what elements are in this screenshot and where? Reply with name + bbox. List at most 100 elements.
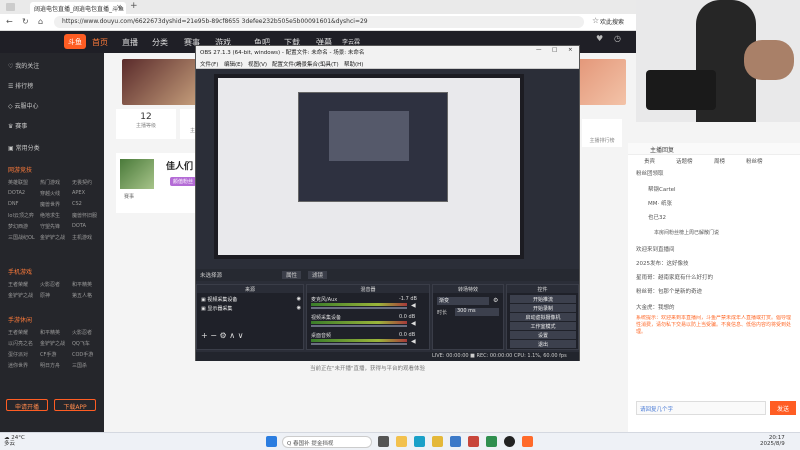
back-icon[interactable]: ← — [6, 17, 13, 26]
close-tab-icon[interactable]: × — [116, 3, 122, 11]
send-button[interactable]: 发送 — [770, 401, 796, 415]
control-button[interactable]: 启动虚拟摄像机 — [510, 313, 576, 321]
speaker-icon[interactable]: ◀ — [411, 338, 416, 345]
tab-week[interactable]: 周榜 — [714, 157, 725, 165]
app-icon[interactable] — [522, 436, 533, 447]
apply-stream-button[interactable]: 申请开播 — [6, 399, 48, 411]
sidebar-item-center[interactable]: ◇ 云服中心 — [8, 101, 39, 110]
sidebar-item-common[interactable]: ▣ 常用分类 — [8, 143, 40, 152]
category-link[interactable]: 王者荣耀 — [8, 329, 28, 336]
control-button[interactable]: 开始录制 — [510, 304, 576, 312]
tab-fans[interactable]: 粉丝榜 — [746, 157, 763, 165]
clock[interactable]: 20:17 2025/8/9 — [760, 435, 785, 447]
nav-category[interactable]: 分类 — [152, 37, 168, 48]
category-link[interactable]: 穿越火线 — [40, 190, 60, 197]
category-link[interactable]: 魔兽怀旧服 — [72, 212, 97, 219]
store-icon[interactable] — [450, 436, 461, 447]
obs-minimize-icon[interactable]: — — [536, 47, 542, 53]
rank-row-1[interactable]: 帮钢Cartel — [648, 185, 676, 193]
category-link[interactable]: COD手游 — [72, 351, 93, 358]
properties-button[interactable]: 属性 — [282, 271, 302, 279]
control-button[interactable]: 设置 — [510, 331, 576, 339]
history-icon[interactable]: ◷ — [614, 34, 621, 43]
edge-browser-icon[interactable] — [414, 436, 425, 447]
visibility-eye-icon[interactable]: ◉ — [297, 296, 301, 302]
category-link[interactable]: DNF — [8, 201, 18, 207]
follow-icon[interactable]: ♥ — [596, 34, 608, 44]
add-source-icon[interactable]: + − ⚙ ∧ ∨ — [201, 331, 243, 340]
obs-taskbar-icon[interactable] — [504, 436, 515, 447]
control-button[interactable]: 工作室模式 — [510, 322, 576, 330]
download-app-button[interactable]: 下载APP — [54, 399, 96, 411]
taskbar-search[interactable]: Q 春国补 提金挡视 — [282, 436, 372, 448]
category-link[interactable]: 和平精英 — [40, 329, 60, 336]
category-link[interactable]: 无畏契约 — [72, 179, 92, 186]
app-icon[interactable] — [486, 436, 497, 447]
visibility-eye-icon[interactable]: ◉ — [297, 305, 301, 311]
category-link[interactable]: 王者荣耀 — [8, 281, 28, 288]
obs-menu-item[interactable]: 帮助(H) — [344, 60, 363, 68]
source-item[interactable]: ▣ 显示器采集 ◉ — [201, 305, 301, 312]
category-link[interactable]: 明日方舟 — [40, 362, 60, 369]
stat-card[interactable]: 12 主播等级 — [116, 109, 176, 139]
category-link[interactable]: 三国战纪OL — [8, 234, 35, 241]
category-link[interactable]: 梦幻西游 — [8, 223, 28, 230]
tab-vip[interactable]: 贵宾 — [644, 157, 655, 165]
rank-row-2[interactable]: MM· 纸张 — [648, 199, 672, 207]
category-link[interactable]: 金铲铲之战 — [8, 292, 33, 299]
tab-topic[interactable]: 话题榜 — [676, 157, 693, 165]
fan-club-banner[interactable]: 粉丝团领取 — [636, 169, 664, 177]
obs-menu-item[interactable]: 视图(V) — [248, 60, 267, 68]
weather-widget[interactable]: ☁ 24°C 多云 — [4, 435, 25, 447]
refresh-icon[interactable]: ↻ — [22, 17, 29, 26]
task-view-icon[interactable] — [378, 436, 389, 447]
window-icon[interactable] — [6, 3, 15, 11]
filters-button[interactable]: 滤镜 — [308, 271, 328, 279]
category-link[interactable]: 金铲铲之战 — [40, 234, 65, 241]
tab-host-reply[interactable]: 主播回复 — [650, 145, 674, 154]
category-link[interactable]: 绝地求生 — [40, 212, 60, 219]
category-link[interactable]: CS2 — [72, 201, 82, 207]
obs-close-icon[interactable]: × — [568, 47, 573, 53]
category-link[interactable]: 魔兽世界 — [40, 201, 60, 208]
site-logo[interactable]: 斗鱼 — [64, 34, 86, 49]
transition-settings-icon[interactable]: ⚙ — [493, 297, 498, 304]
app-icon[interactable] — [468, 436, 479, 447]
category-link[interactable]: 英雄联盟 — [8, 179, 28, 186]
obs-maximize-icon[interactable]: □ — [552, 47, 557, 53]
nav-home[interactable]: 首页 — [92, 37, 108, 48]
category-link[interactable]: 第五人格 — [72, 292, 92, 299]
sidebar-item-follow[interactable]: ♡ 我的关注 — [8, 61, 39, 70]
category-link[interactable]: DOTA — [72, 223, 86, 229]
category-link[interactable]: 守望先锋 — [40, 223, 60, 230]
category-link[interactable]: 火影忍者 — [40, 281, 60, 288]
volume-slider[interactable] — [311, 325, 407, 327]
category-link[interactable]: 以闪亮之名 — [8, 340, 33, 347]
category-link[interactable]: lol云顶之弈 — [8, 212, 34, 219]
category-link[interactable]: APEX — [72, 190, 85, 196]
sidebar-item-events[interactable]: ♛ 赛事 — [8, 121, 27, 130]
nav-live[interactable]: 直播 — [122, 37, 138, 48]
category-link[interactable]: 蛋仔派对 — [8, 351, 28, 358]
category-link[interactable]: 热门游戏 — [40, 179, 60, 186]
obs-preview-canvas[interactable] — [214, 74, 524, 259]
source-item[interactable]: ▣ 视频采集设备 ◉ — [201, 296, 301, 303]
url-field[interactable]: https://www.douyu.com/6622673dyshid=21e9… — [54, 16, 584, 28]
start-menu-icon[interactable] — [266, 436, 277, 447]
category-link[interactable]: 迷你世界 — [8, 362, 28, 369]
chat-input[interactable]: 请回复几个字 — [636, 401, 766, 415]
duration-field[interactable]: 300 ms — [455, 308, 499, 316]
volume-slider[interactable] — [311, 307, 407, 309]
chrome-icon[interactable] — [432, 436, 443, 447]
category-link[interactable]: 金铲铲之战 — [40, 340, 65, 347]
category-link[interactable]: 火影忍者 — [72, 329, 92, 336]
file-explorer-icon[interactable] — [396, 436, 407, 447]
speaker-icon[interactable]: ◀ — [411, 302, 416, 309]
category-link[interactable]: 原神 — [40, 292, 50, 299]
category-link[interactable]: QQ飞车 — [72, 340, 90, 347]
category-link[interactable]: DOTA2 — [8, 190, 25, 196]
speaker-icon[interactable]: ◀ — [411, 320, 416, 327]
home-icon[interactable]: ⌂ — [38, 17, 43, 26]
category-link[interactable]: CF手游 — [40, 351, 56, 358]
rank-row-3[interactable]: 也已32 — [648, 213, 666, 221]
